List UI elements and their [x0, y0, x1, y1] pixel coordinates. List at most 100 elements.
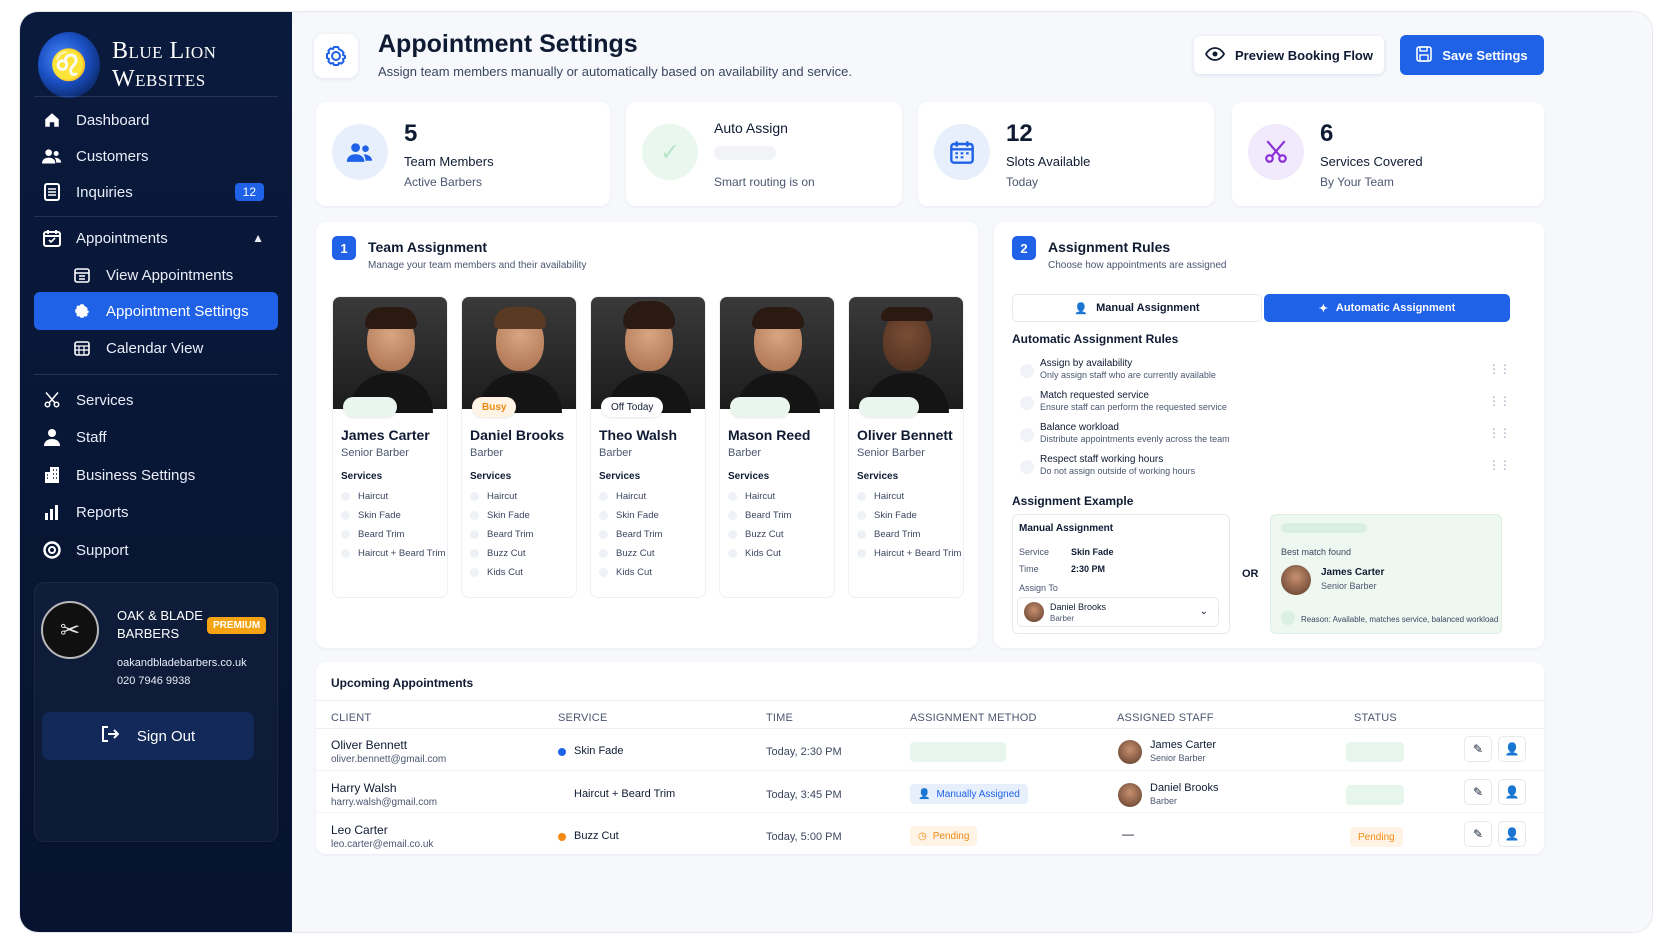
column-header[interactable]: ASSIGNMENT METHOD [910, 712, 1037, 724]
status-badge [1346, 742, 1404, 762]
staff-role: Senior Barber [1150, 753, 1206, 763]
sidebar-item-support[interactable]: Support [34, 531, 278, 569]
section-subtitle: Manage your team members and their avail… [368, 260, 587, 271]
stat-card-services: 6 Services Covered By Your Team [1232, 102, 1544, 206]
column-header[interactable]: ASSIGNED STAFF [1117, 712, 1214, 724]
preview-booking-flow-button[interactable]: Preview Booking Flow [1194, 36, 1384, 74]
sign-out-button[interactable]: Sign Out [42, 712, 254, 760]
sidebar-item-label: Appointments [76, 229, 168, 247]
sidebar-item-staff[interactable]: Staff [34, 418, 278, 456]
rule-toggle[interactable] [1020, 396, 1034, 410]
service-dot [558, 748, 566, 756]
assign-person-icon[interactable]: 👤 [1498, 736, 1526, 762]
sign-out-label: Sign Out [136, 727, 196, 745]
sidebar-item-view-appointments[interactable]: View Appointments [34, 256, 278, 294]
section-subtitle: Choose how appointments are assigned [1048, 260, 1227, 271]
rule-item[interactable]: Respect staff working hours Do not assig… [1020, 452, 1511, 482]
services-list: Haircut Beard Trim Buzz Cut Kids Cut [728, 487, 834, 563]
calendar-icon [934, 124, 990, 180]
rule-toggle[interactable] [1020, 428, 1034, 442]
brand-logo[interactable]: ♌ Blue Lion Websites [38, 24, 274, 106]
sidebar-item-label: Customers [76, 147, 149, 165]
column-header[interactable]: STATUS [1354, 712, 1397, 724]
sidebar-item-appointment-settings[interactable]: Appointment Settings [34, 292, 278, 330]
drag-handle-icon[interactable]: ⋮⋮ [1488, 394, 1511, 408]
client-email: oliver.bennett@gmail.com [331, 754, 447, 765]
drag-handle-icon[interactable]: ⋮⋮ [1488, 362, 1511, 376]
auto-assign-toggle[interactable] [714, 146, 776, 160]
sparkle-icon: ✦ [1318, 302, 1328, 315]
rule-item[interactable]: Balance workload Distribute appointments… [1020, 420, 1511, 450]
sidebar-item-reports[interactable]: Reports [34, 493, 278, 531]
edit-icon[interactable]: ✎ [1464, 821, 1492, 847]
rule-item[interactable]: Assign by availability Only assign staff… [1020, 356, 1511, 386]
team-member-card[interactable]: Busy Daniel Brooks Barber Services Hairc… [461, 296, 577, 598]
staff-name: James Carter [1150, 739, 1217, 751]
appointment-time: Today, 2:30 PM [766, 746, 842, 758]
team-member-card[interactable]: Mason Reed Barber Services Haircut Beard… [719, 296, 835, 598]
lion-logo-icon: ♌ [38, 32, 100, 98]
team-member-card[interactable]: Oliver Bennett Senior Barber Services Ha… [848, 296, 964, 598]
status-badge [859, 397, 919, 417]
save-settings-button[interactable]: Save Settings [1400, 35, 1544, 75]
assignment-example-title: Assignment Example [1012, 494, 1134, 508]
member-role: Barber [599, 447, 633, 459]
building-icon [42, 465, 62, 485]
sidebar-item-appointments[interactable]: Appointments ▲ [34, 219, 278, 257]
page-subtitle: Assign team members manually or automati… [378, 64, 852, 79]
services-label: Services [599, 471, 641, 482]
home-icon [42, 110, 62, 130]
stat-value: 6 [1320, 120, 1334, 147]
rule-item[interactable]: Match requested service Ensure staff can… [1020, 388, 1511, 418]
assign-to-select[interactable]: Daniel Brooks Barber ⌄ [1017, 597, 1219, 627]
avatar [1024, 602, 1044, 622]
inquiries-count-badge: 12 [234, 183, 264, 201]
edit-icon[interactable]: ✎ [1464, 736, 1492, 762]
edit-icon[interactable]: ✎ [1464, 779, 1492, 805]
team-member-card[interactable]: Off Today Theo Walsh Barber Services Hai… [590, 296, 706, 598]
sidebar-item-dashboard[interactable]: Dashboard [34, 101, 278, 139]
assign-person-icon[interactable]: 👤 [1498, 821, 1526, 847]
column-header[interactable]: CLIENT [331, 712, 371, 724]
member-role: Senior Barber [857, 447, 925, 459]
status-badge: Busy [472, 397, 517, 417]
member-role: Barber [470, 447, 504, 459]
lifebuoy-icon [42, 540, 62, 560]
sidebar-item-customers[interactable]: Customers [34, 137, 278, 175]
rule-toggle[interactable] [1020, 460, 1034, 474]
automatic-assignment-toggle[interactable]: ✦ Automatic Assignment [1264, 294, 1510, 322]
services-label: Services [341, 471, 383, 482]
sidebar-item-business-settings[interactable]: Business Settings [34, 456, 278, 494]
status-badge: Off Today [601, 397, 664, 417]
sidebar-item-inquiries[interactable]: Inquiries 12 [34, 173, 278, 211]
logout-icon [101, 725, 120, 747]
sidebar-item-calendar-view[interactable]: Calendar View [34, 329, 278, 367]
person-icon [42, 427, 62, 447]
sidebar-item-label: Calendar View [106, 339, 204, 357]
drag-handle-icon[interactable]: ⋮⋮ [1488, 426, 1511, 440]
manual-assignment-toggle[interactable]: 👤 Manual Assignment [1012, 294, 1262, 322]
team-member-card[interactable]: James Carter Senior Barber Services Hair… [332, 296, 448, 598]
stat-label: Services Covered [1320, 154, 1423, 169]
brand-name-line1: Blue Lion [112, 38, 217, 64]
client-name: Oliver Bennett [331, 738, 408, 752]
bar-chart-icon [42, 502, 62, 522]
drag-handle-icon[interactable]: ⋮⋮ [1488, 458, 1511, 472]
rule-toggle[interactable] [1020, 364, 1034, 378]
service-dot [558, 833, 566, 841]
sidebar-item-label: View Appointments [106, 266, 234, 284]
services-label: Services [857, 471, 899, 482]
sidebar-item-services[interactable]: Services [34, 381, 278, 419]
status-badge [730, 397, 790, 417]
column-header[interactable]: SERVICE [558, 712, 608, 724]
app-window: ♌ Blue Lion Websites Dashboard Customers… [20, 12, 1652, 932]
column-header[interactable]: TIME [766, 712, 793, 724]
services-list: Haircut Skin Fade Beard Trim Haircut + B… [857, 487, 963, 563]
gear-icon [314, 34, 358, 78]
stat-label: Team Members [404, 154, 494, 169]
business-website[interactable]: oakandbladebarbers.co.uk [117, 657, 247, 669]
assign-person-icon[interactable]: 👤 [1498, 779, 1526, 805]
list-icon [42, 182, 62, 202]
stat-label: Slots Available [1006, 154, 1091, 169]
staff-photo [333, 297, 447, 417]
